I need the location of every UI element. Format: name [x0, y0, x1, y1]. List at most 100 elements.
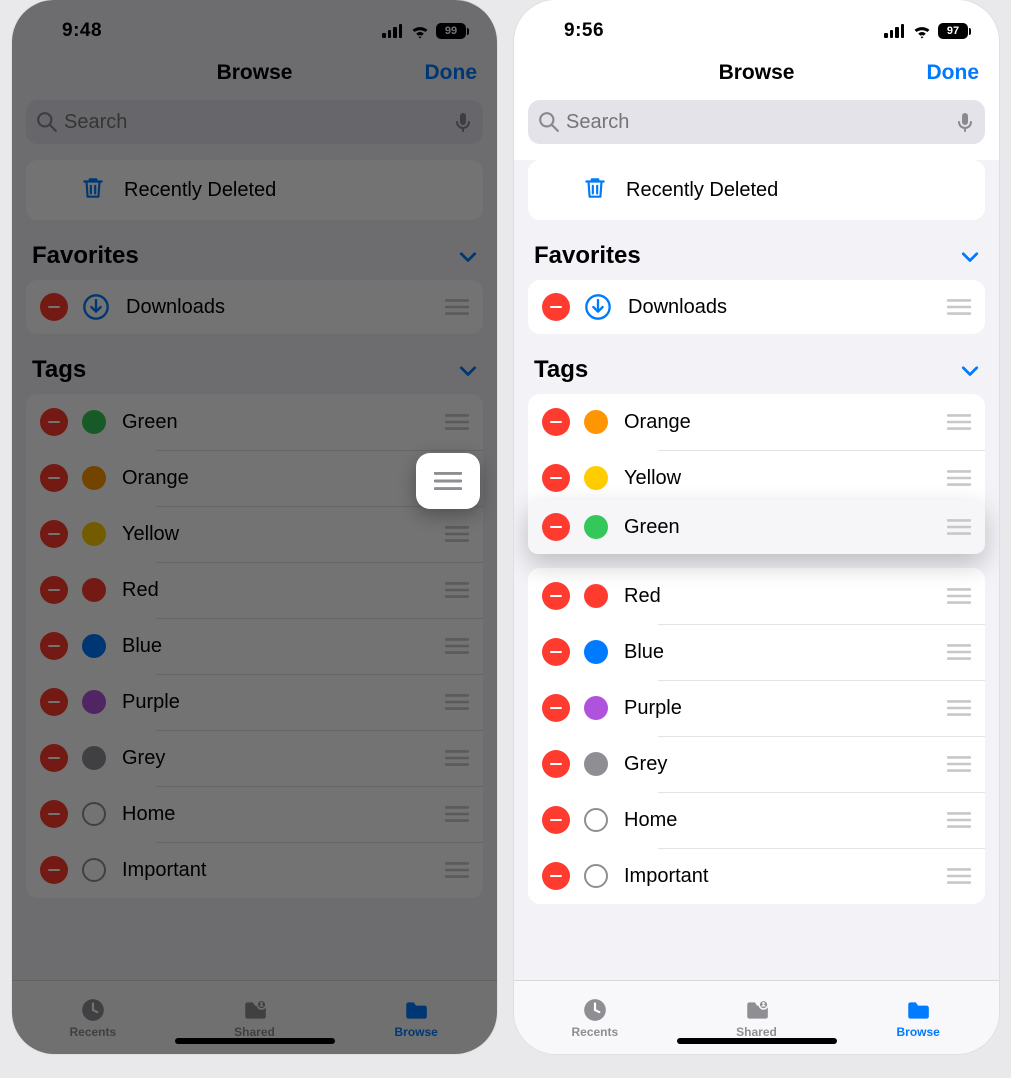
delete-button[interactable] — [542, 582, 570, 610]
delete-button[interactable] — [40, 464, 68, 492]
mic-icon[interactable] — [955, 111, 975, 133]
delete-button[interactable] — [40, 576, 68, 604]
mic-icon[interactable] — [453, 111, 473, 133]
tag-color-dot — [584, 752, 608, 776]
search-input[interactable] — [64, 111, 447, 134]
tag-row[interactable]: Home — [26, 786, 483, 842]
recently-deleted-card[interactable]: Recently Deleted — [26, 160, 483, 220]
tag-label: Home — [122, 803, 175, 826]
drag-handle-icon[interactable] — [445, 694, 469, 710]
favorite-label: Downloads — [126, 296, 225, 319]
tab-recents[interactable]: Recents — [514, 981, 676, 1054]
tag-row[interactable]: Green — [26, 394, 483, 450]
tab-browse[interactable]: Browse — [837, 981, 999, 1054]
drag-handle-icon[interactable] — [947, 868, 971, 884]
tag-row[interactable]: Yellow — [528, 450, 985, 506]
drag-handle-icon[interactable] — [947, 700, 971, 716]
drag-handle-icon[interactable] — [445, 750, 469, 766]
done-button[interactable]: Done — [927, 61, 980, 85]
favorites-header[interactable]: Favorites — [528, 220, 985, 280]
delete-button[interactable] — [40, 520, 68, 548]
home-indicator[interactable] — [175, 1038, 335, 1044]
tag-color-dot — [584, 466, 608, 490]
tag-row[interactable]: Important — [528, 848, 985, 904]
tag-row[interactable]: Orange — [528, 394, 985, 450]
drag-handle-icon[interactable] — [947, 812, 971, 828]
delete-button[interactable] — [542, 638, 570, 666]
tag-label: Yellow — [122, 523, 179, 546]
delete-button[interactable] — [542, 293, 570, 321]
favorites-header[interactable]: Favorites — [26, 220, 483, 280]
tags-list-bottom: RedBlue Purple GreyHomeImportant — [528, 568, 985, 904]
delete-button[interactable] — [40, 688, 68, 716]
drag-handle-icon[interactable] — [445, 862, 469, 878]
tags-header[interactable]: Tags — [26, 334, 483, 394]
delete-button[interactable] — [40, 632, 68, 660]
search-bar[interactable] — [26, 100, 483, 144]
drag-handle-icon[interactable] — [445, 806, 469, 822]
tag-label: Important — [122, 859, 206, 882]
tag-row-dragging[interactable]: Green — [528, 500, 985, 554]
done-button[interactable]: Done — [425, 61, 478, 85]
home-indicator[interactable] — [677, 1038, 837, 1044]
tag-color-dot — [584, 515, 608, 539]
delete-button[interactable] — [542, 408, 570, 436]
tag-row[interactable]: Grey — [26, 730, 483, 786]
tag-row[interactable]: Important — [26, 842, 483, 898]
favorite-row-downloads[interactable]: Downloads — [26, 280, 483, 334]
drag-handle-icon[interactable] — [445, 582, 469, 598]
tag-row[interactable]: Purple — [26, 674, 483, 730]
search-bar[interactable] — [528, 100, 985, 144]
delete-button[interactable] — [40, 744, 68, 772]
tag-row[interactable]: Grey — [528, 736, 985, 792]
tab-browse[interactable]: Browse — [335, 981, 497, 1054]
tag-color-dot — [82, 466, 106, 490]
drag-handle-icon[interactable] — [947, 414, 971, 430]
wifi-icon — [912, 24, 932, 39]
drag-handle-icon[interactable] — [445, 638, 469, 654]
tag-row[interactable]: Blue — [26, 618, 483, 674]
downloads-icon — [82, 293, 110, 321]
delete-button[interactable] — [40, 800, 68, 828]
drag-handle-icon[interactable] — [947, 470, 971, 486]
chevron-down-icon — [961, 363, 979, 377]
delete-button[interactable] — [542, 464, 570, 492]
chevron-down-icon — [459, 363, 477, 377]
drag-handle-icon[interactable] — [947, 588, 971, 604]
tag-label: Purple — [624, 697, 682, 720]
delete-button[interactable] — [542, 694, 570, 722]
tag-row[interactable]: Home — [528, 792, 985, 848]
drag-handle-icon[interactable] — [947, 756, 971, 772]
delete-button[interactable] — [542, 750, 570, 778]
tags-header[interactable]: Tags — [528, 334, 985, 394]
drag-handle-icon[interactable] — [445, 526, 469, 542]
tag-color-dot — [82, 690, 106, 714]
chevron-down-icon — [459, 249, 477, 263]
tag-row[interactable]: Blue — [528, 624, 985, 680]
delete-button[interactable] — [542, 513, 570, 541]
delete-button[interactable] — [542, 806, 570, 834]
tag-row[interactable]: Red — [528, 568, 985, 624]
favorite-row-downloads[interactable]: Downloads — [528, 280, 985, 334]
search-input[interactable] — [566, 111, 949, 134]
floating-drag-handle[interactable] — [416, 453, 480, 509]
tag-row[interactable]: Yellow — [26, 506, 483, 562]
tag-row[interactable]: Red — [26, 562, 483, 618]
recently-deleted-card[interactable]: Recently Deleted — [528, 160, 985, 220]
drag-handle-icon[interactable] — [445, 414, 469, 430]
delete-button[interactable] — [542, 862, 570, 890]
navbar: Browse Done — [514, 52, 999, 94]
tag-row[interactable]: Orange — [26, 450, 483, 506]
delete-button[interactable] — [40, 293, 68, 321]
drag-handle-icon[interactable] — [947, 644, 971, 660]
delete-button[interactable] — [40, 408, 68, 436]
drag-handle-icon[interactable] — [445, 299, 469, 315]
drag-handle-icon[interactable] — [947, 519, 971, 535]
phone-right: 9:56 97 Browse Done Recently Deleted — [514, 0, 999, 1054]
search-icon — [36, 111, 58, 133]
tag-row[interactable]: Purple — [528, 680, 985, 736]
tab-recents[interactable]: Recents — [12, 981, 174, 1054]
delete-button[interactable] — [40, 856, 68, 884]
drag-handle-icon[interactable] — [947, 299, 971, 315]
cellular-icon — [382, 24, 404, 38]
